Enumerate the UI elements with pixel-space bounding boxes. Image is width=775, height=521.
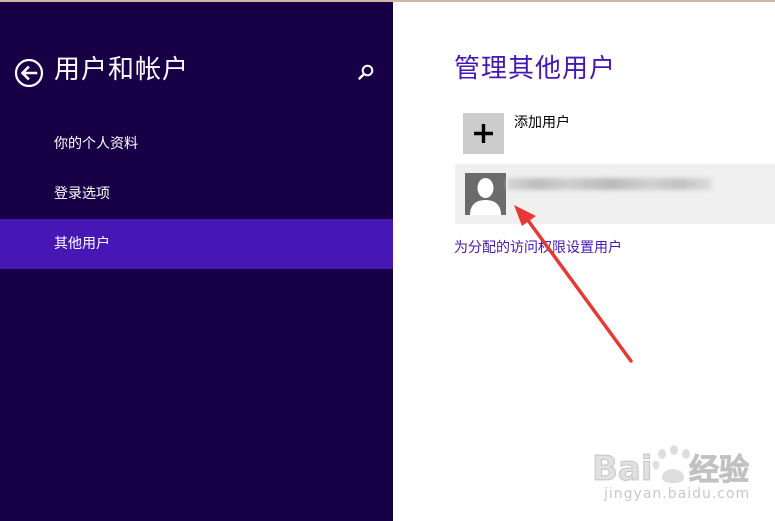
watermark-domain: jingyan.baidu.com <box>604 486 751 502</box>
add-user-button[interactable] <box>463 113 504 154</box>
back-arrow-icon <box>14 58 44 88</box>
add-user-label[interactable]: 添加用户 <box>514 113 570 133</box>
user-name-redacted <box>507 178 712 190</box>
sidebar-item-other-users[interactable]: 其他用户 <box>0 219 393 269</box>
sidebar-title: 用户和帐户 <box>54 55 190 85</box>
sidebar-item-sign-in-options[interactable]: 登录选项 <box>0 169 393 219</box>
assigned-access-link[interactable]: 为分配的访问权限设置用户 <box>454 238 622 258</box>
svg-text:经验: 经验 <box>689 453 749 488</box>
user-silhouette-icon <box>470 178 501 215</box>
sidebar-item-profile[interactable]: 你的个人资料 <box>0 119 393 169</box>
svg-text:Bai: Bai <box>592 449 653 489</box>
back-button[interactable] <box>14 58 44 88</box>
plus-icon <box>474 124 493 143</box>
sidebar: 用户和帐户 你的个人资料 登录选项 其他用户 <box>0 2 393 521</box>
search-icon <box>358 64 374 80</box>
user-account-row[interactable] <box>455 164 775 224</box>
search-button[interactable] <box>356 62 376 82</box>
avatar <box>465 173 506 215</box>
page-title: 管理其他用户 <box>454 54 617 84</box>
